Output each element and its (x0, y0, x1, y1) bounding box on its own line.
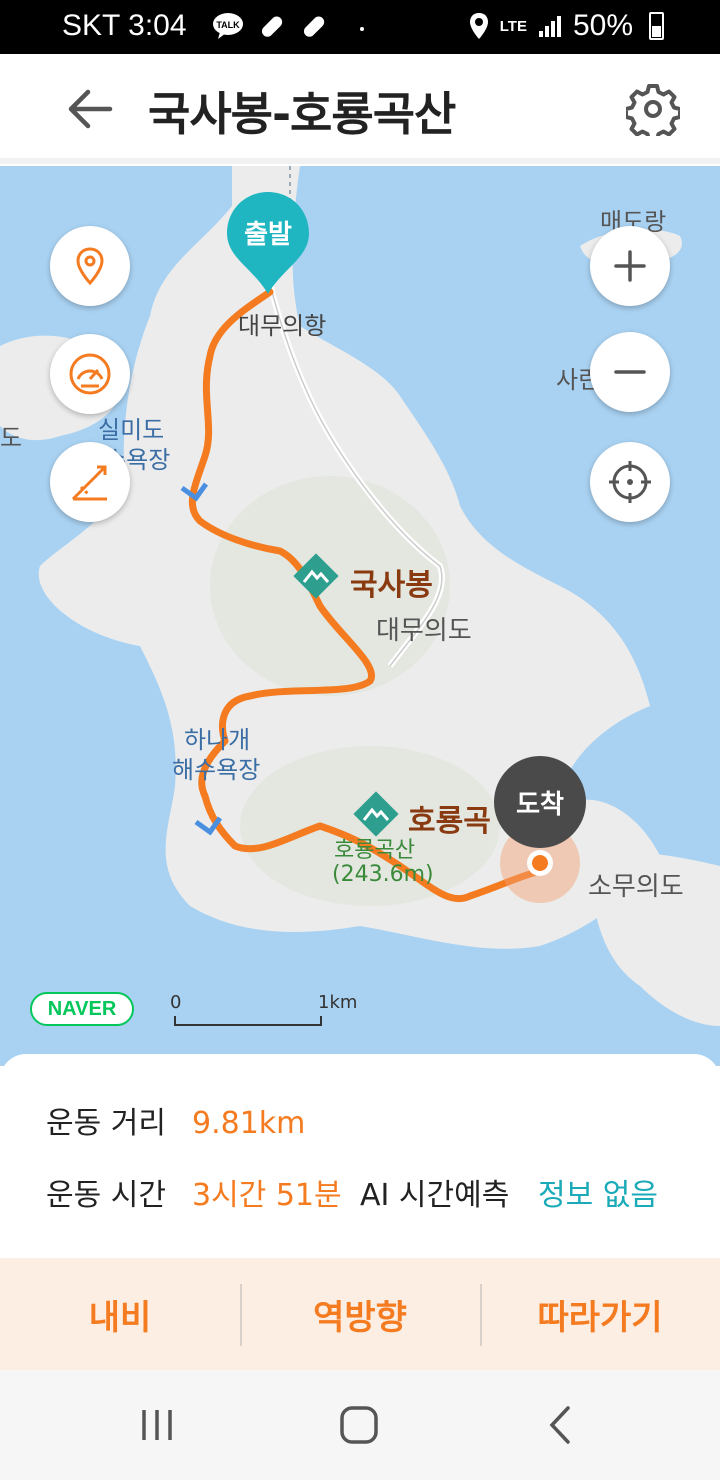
minus-icon (614, 370, 646, 374)
peak-sub-label: 호룡곡산 (334, 838, 415, 863)
route-info-panel: 운동 거리 9.81km 운동 시간 3시간 51분 AI 시간예측 정보 없음 (0, 1054, 720, 1260)
slope-icon (71, 465, 107, 501)
ai-time-label: AI 시간예측 (360, 1178, 510, 1213)
status-right: LTE 50% (468, 9, 664, 43)
zoom-in-button[interactable] (590, 226, 670, 306)
battery-percent: 50% (572, 9, 633, 42)
mountain-icon (293, 553, 339, 599)
follow-button[interactable]: 따라가기 (480, 1258, 720, 1370)
peak-label-guksabong: 국사봉 (350, 568, 433, 603)
recent-apps-icon[interactable] (132, 1400, 182, 1450)
svg-text:TALK: TALK (216, 20, 240, 30)
dot-icon (360, 27, 364, 31)
status-bar: SKT 3:04 TALK LTE 50% (0, 0, 720, 54)
notification-icons: TALK (212, 12, 370, 42)
time-row: 운동 시간 3시간 51분 AI 시간예측 정보 없음 (46, 1170, 658, 1214)
start-marker[interactable]: 출발 (223, 188, 313, 298)
pill-icon (261, 16, 283, 37)
mountain-icon (353, 791, 399, 837)
location-icon (469, 13, 488, 39)
action-bar: 내비 역방향 따라가기 (0, 1258, 720, 1370)
naver-logo: NAVER (30, 992, 134, 1026)
location-pin-icon (76, 247, 104, 286)
scale-start: 0 (170, 992, 182, 1013)
distance-value: 9.81km (192, 1106, 306, 1141)
gear-icon[interactable] (626, 82, 680, 136)
map-label-beach2-b: 해수욕장 (172, 756, 261, 784)
app-header: 국사봉-호룡곡산 (0, 54, 720, 164)
time-value: 3시간 51분 (192, 1178, 342, 1213)
time-label: 운동 시간 (46, 1178, 166, 1213)
navi-button[interactable]: 내비 (0, 1258, 240, 1370)
back-nav-icon[interactable] (536, 1400, 586, 1450)
map-label-left-edge: 도 (0, 424, 23, 452)
plus-icon (614, 250, 646, 282)
battery-icon (649, 12, 664, 40)
system-nav-bar (0, 1370, 720, 1480)
distance-row: 운동 거리 9.81km (46, 1098, 305, 1142)
home-icon[interactable] (334, 1400, 384, 1450)
reverse-button[interactable]: 역방향 (240, 1258, 480, 1370)
location-pin-button[interactable] (50, 226, 130, 306)
crosshair-icon (609, 461, 651, 503)
map-label-harbor: 대무의항 (238, 312, 327, 340)
peak-label-horyonggok: 호룡곡 (408, 804, 491, 839)
network-type: LTE (499, 17, 527, 35)
scale-end: 1km (318, 992, 358, 1013)
scale-bar (174, 1016, 322, 1026)
ai-time-value: 정보 없음 (538, 1178, 658, 1213)
end-marker-label: 도착 (516, 789, 564, 820)
elevation-button[interactable] (50, 442, 130, 522)
speed-button[interactable] (50, 334, 130, 414)
pill-icon (303, 16, 325, 37)
map-view[interactable]: 출발 도착 대무의항 실미도 해수욕장 하나개 해수욕장 대무의도 소무의도 매… (0, 166, 720, 1066)
zoom-out-button[interactable] (590, 332, 670, 412)
signal-icon (538, 16, 561, 37)
end-marker[interactable]: 도착 (494, 756, 586, 848)
kakaotalk-icon: TALK (213, 13, 243, 39)
map-label-island-small: 소무의도 (588, 872, 684, 902)
distance-label: 운동 거리 (46, 1106, 166, 1141)
back-arrow-icon[interactable] (60, 84, 120, 134)
page-title: 국사봉-호룡곡산 (148, 87, 456, 141)
speedometer-icon (69, 353, 111, 395)
map-label-island-main: 대무의도 (376, 616, 472, 646)
peak-height-label: (243.6m) (332, 862, 434, 887)
start-marker-label: 출발 (244, 220, 292, 250)
status-time: SKT 3:04 (62, 9, 187, 42)
my-location-button[interactable] (590, 442, 670, 522)
